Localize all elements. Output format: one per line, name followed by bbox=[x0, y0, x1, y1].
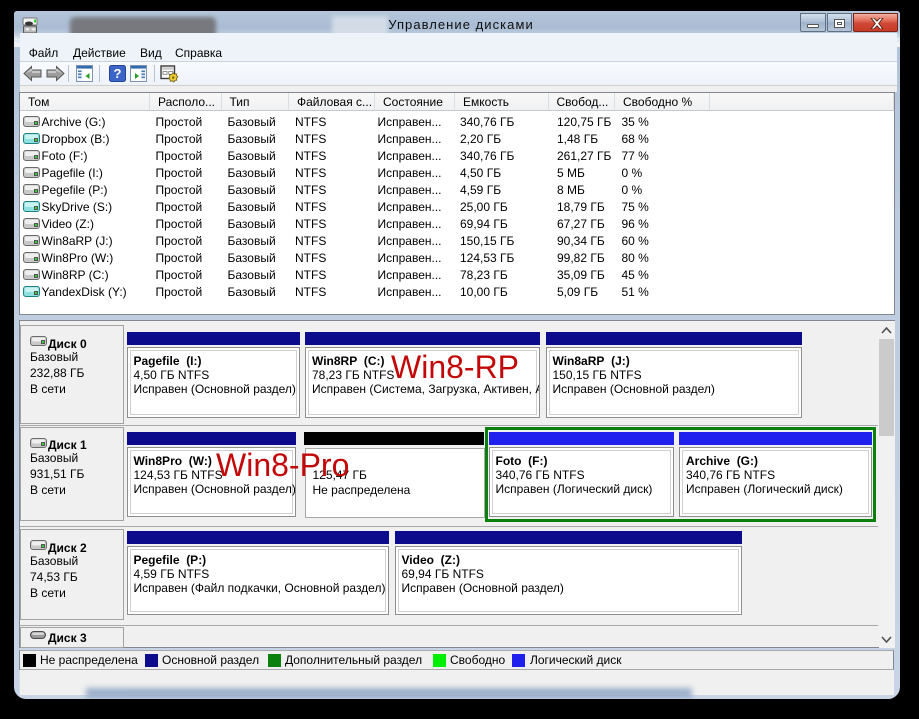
svg-text:?: ? bbox=[114, 66, 122, 81]
